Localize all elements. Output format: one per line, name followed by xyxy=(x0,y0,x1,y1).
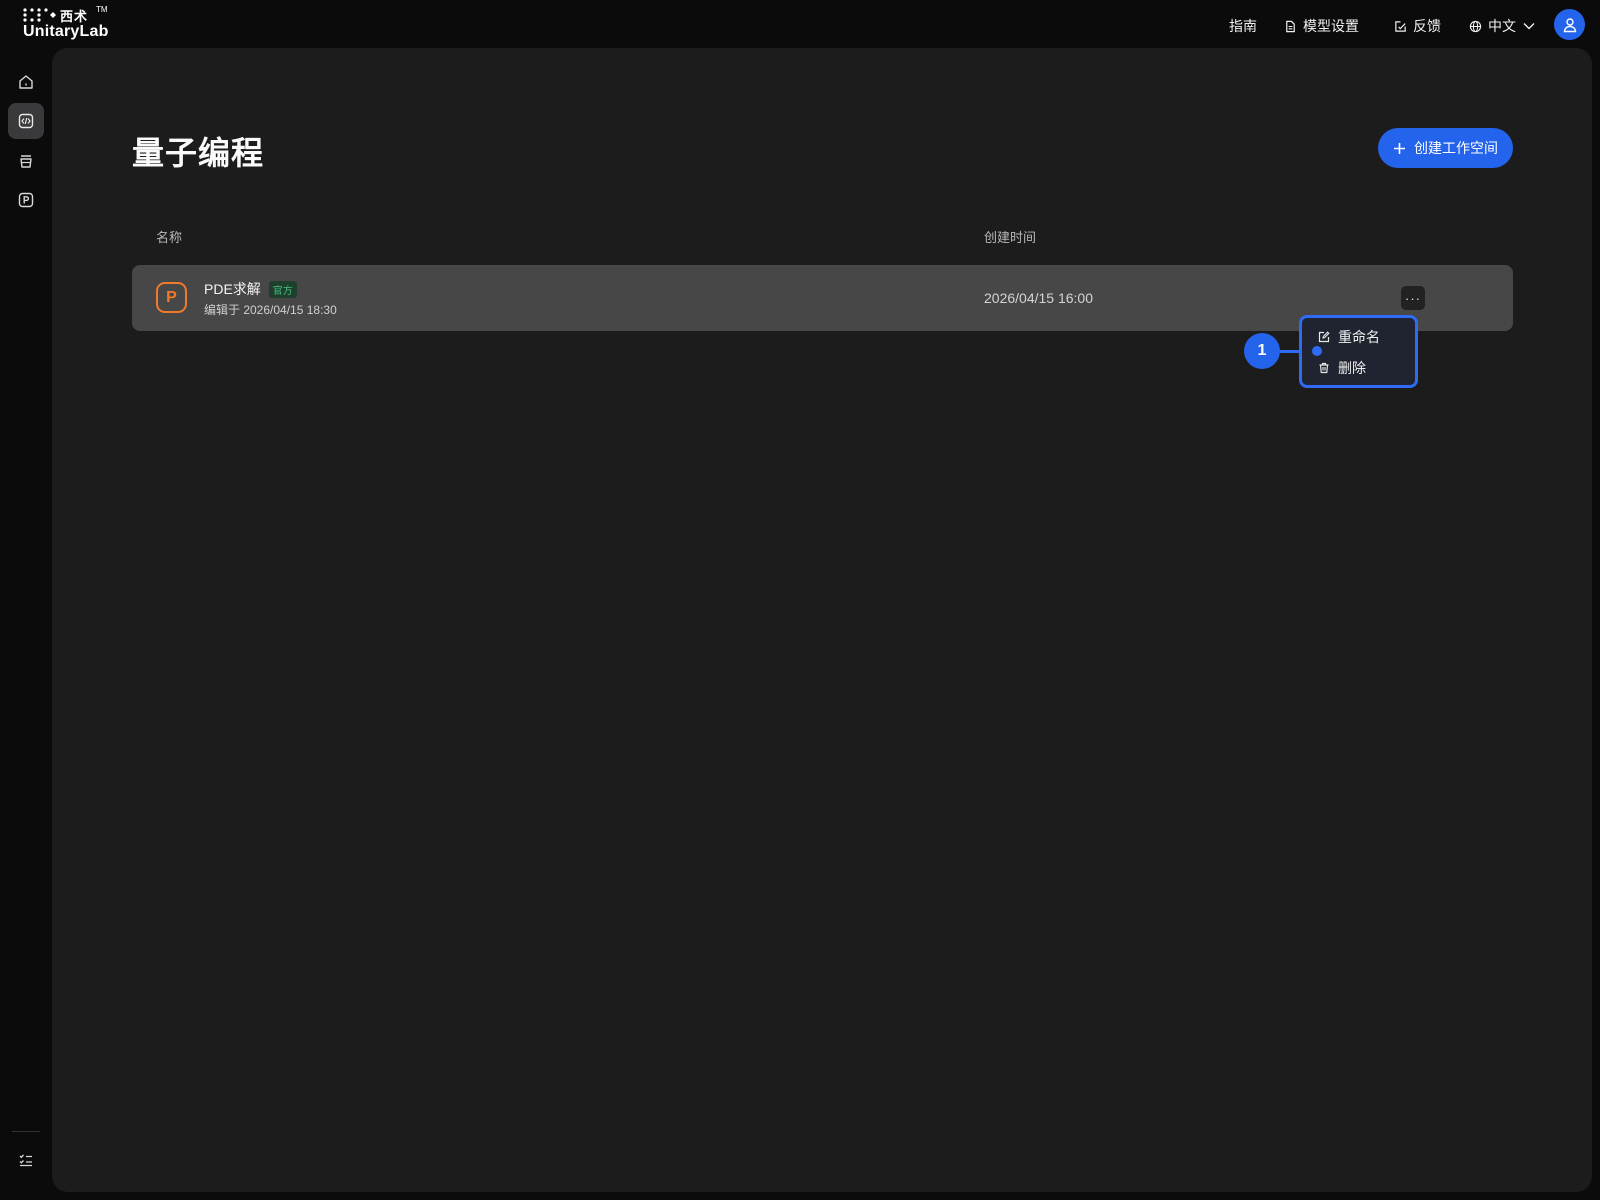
more-actions-button[interactable]: ··· xyxy=(1401,286,1425,310)
workspace-edited-time: 编辑于 2026/04/15 18:30 xyxy=(204,303,337,317)
menu-item-delete[interactable]: 删除 xyxy=(1318,358,1366,378)
workspace-name: PDE求解 xyxy=(204,281,261,297)
official-badge: 官方 xyxy=(268,280,297,298)
nav-model-settings[interactable]: 模型设置 xyxy=(1284,16,1359,36)
annotation-dot xyxy=(1312,346,1322,356)
page-title: 量子编程 xyxy=(132,135,265,171)
nav-guide-label: 指南 xyxy=(1229,18,1257,34)
annotation-number: 1 xyxy=(1257,342,1267,359)
home-icon xyxy=(19,75,33,89)
column-header-created: 创建时间 xyxy=(984,230,1037,245)
user-avatar[interactable] xyxy=(1554,9,1585,40)
nav-feedback[interactable]: 反馈 xyxy=(1394,16,1441,36)
chevron-down-icon xyxy=(1523,23,1535,30)
p-square-icon xyxy=(18,192,34,208)
logo-dots-icon xyxy=(23,8,56,22)
sidebar-item-stack[interactable] xyxy=(8,143,44,179)
nav-feedback-label: 反馈 xyxy=(1413,18,1441,34)
logo-trademark: TM xyxy=(96,5,108,14)
stack-icon xyxy=(20,155,32,168)
task-list-icon xyxy=(19,1154,32,1167)
language-selector[interactable]: 中文 xyxy=(1469,16,1536,36)
app-root: 西术 TM UnitaryLab 指南 模型设置 反馈 中文 量子编程 创建工作… xyxy=(0,0,1600,1200)
row-title: PDE求解 官方 xyxy=(204,279,297,299)
trash-icon xyxy=(1319,362,1329,374)
document-icon xyxy=(1286,20,1295,32)
nav-guide[interactable]: 指南 xyxy=(1229,16,1257,36)
left-sidebar xyxy=(0,48,52,1200)
column-header-name: 名称 xyxy=(156,230,183,245)
code-icon xyxy=(18,113,34,129)
plus-icon xyxy=(1394,142,1405,154)
workspace-created-time: 2026/04/15 16:00 xyxy=(984,290,1093,306)
sidebar-divider xyxy=(12,1131,40,1132)
menu-item-rename[interactable]: 重命名 xyxy=(1318,327,1380,347)
workspace-p-icon: P xyxy=(156,282,187,313)
menu-rename-label: 重命名 xyxy=(1338,329,1380,345)
rename-icon xyxy=(1318,331,1330,343)
sidebar-item-p[interactable] xyxy=(8,182,44,218)
sidebar-item-quantum-programming[interactable] xyxy=(8,103,44,139)
language-label: 中文 xyxy=(1488,18,1516,34)
annotation-marker: 1 xyxy=(1244,333,1280,369)
globe-icon xyxy=(1469,20,1482,32)
workspace-icon-letter: P xyxy=(166,288,177,306)
edit-box-icon xyxy=(1395,20,1406,32)
brand-logo[interactable]: 西术 TM UnitaryLab xyxy=(22,5,122,43)
nav-model-settings-label: 模型设置 xyxy=(1303,18,1359,34)
more-icon: ··· xyxy=(1405,290,1421,306)
create-workspace-label: 创建工作空间 xyxy=(1414,140,1498,156)
user-icon xyxy=(1563,17,1576,32)
sidebar-item-tasks[interactable] xyxy=(8,1142,44,1178)
top-bar: 西术 TM UnitaryLab 指南 模型设置 反馈 中文 xyxy=(0,0,1600,48)
create-workspace-button[interactable]: 创建工作空间 xyxy=(1378,128,1513,168)
sidebar-item-home[interactable] xyxy=(8,64,44,100)
menu-delete-label: 删除 xyxy=(1338,360,1366,376)
logo-en-text: UnitaryLab xyxy=(23,23,109,40)
main-panel: 量子编程 创建工作空间 名称 创建时间 P PDE求解 官方 编辑于 2026/… xyxy=(52,48,1592,1192)
